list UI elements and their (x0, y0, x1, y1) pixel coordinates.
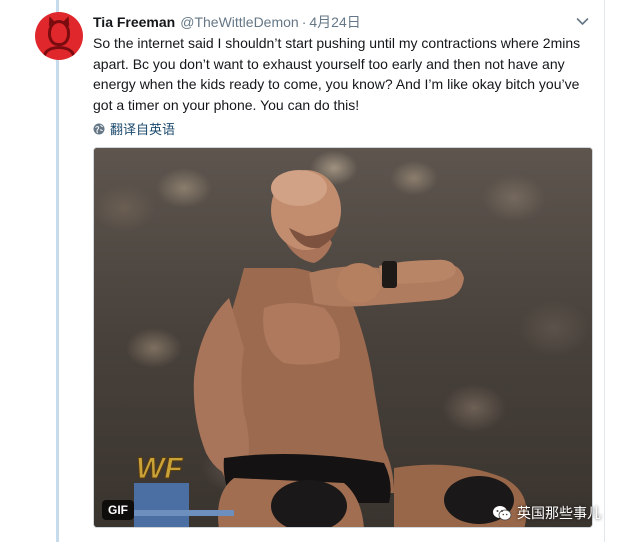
svg-text:WF: WF (136, 452, 183, 485)
tweet-text: So the internet said I shouldn’t start p… (93, 35, 581, 113)
timeline-border (604, 0, 605, 542)
thread-line (56, 0, 59, 542)
wechat-icon (493, 506, 512, 521)
user-handle[interactable]: @TheWittleDemon (180, 14, 298, 30)
tweet-header: Tia Freeman @TheWittleDemon · 4月24日 (93, 12, 361, 30)
gif-media[interactable]: WF GIF (93, 147, 593, 528)
translate-label[interactable]: 翻译自英语 (110, 119, 175, 138)
chevron-down-icon[interactable] (576, 15, 589, 28)
globe-icon (93, 123, 105, 134)
wrestler-figure: WF (134, 170, 527, 527)
separator-dot: · (301, 14, 307, 30)
tweet-date[interactable]: 4月24日 (309, 12, 360, 32)
translate-link[interactable]: 翻译自英语 (93, 119, 175, 138)
avatar-body (43, 46, 75, 60)
display-name[interactable]: Tia Freeman (93, 14, 175, 30)
watermark: 英国那些事儿 (492, 503, 601, 523)
watermark-label: 英国那些事儿 (517, 505, 601, 521)
avatar-face (48, 20, 70, 46)
gif-badge: GIF (102, 500, 134, 520)
avatar[interactable] (35, 12, 83, 60)
